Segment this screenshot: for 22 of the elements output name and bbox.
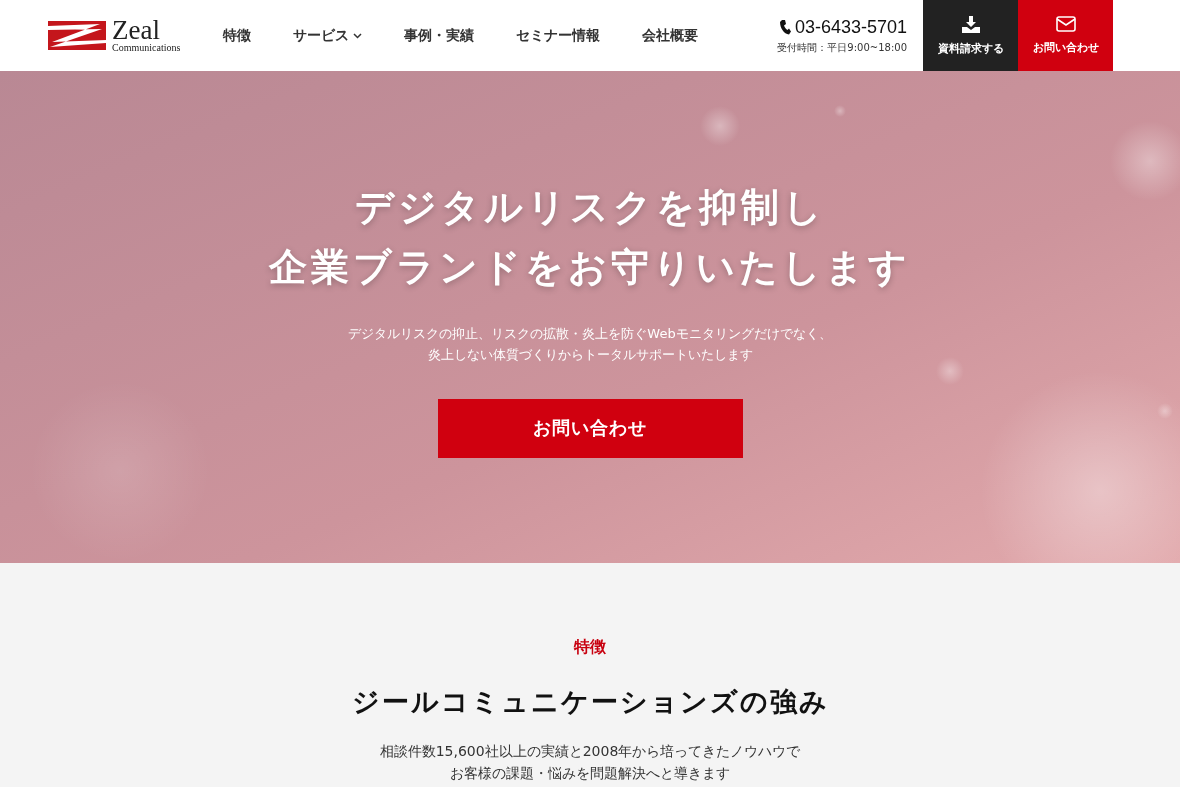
contact-button[interactable]: お問い合わせ	[1018, 0, 1113, 71]
download-icon	[961, 15, 980, 33]
contact-button[interactable]: お問い合わせ	[437, 398, 743, 458]
logo-name: Zeal	[112, 18, 160, 42]
phone-number: 03-6433-5701	[794, 16, 907, 38]
business-hours: 受付時間：平日9:00~18:00	[777, 40, 907, 55]
nav-link[interactable]: 特徴	[202, 26, 273, 45]
phone-icon	[779, 19, 791, 35]
section-label: 特徴	[574, 637, 606, 658]
hero-subtitle: デジタルリスクの抑止、リスクの拡散・炎上を防ぐWebモニタリングだけでなく、 炎上しない体質づくりからトータルサポートいたします	[348, 324, 832, 364]
logo-tagline: Communications	[112, 42, 181, 53]
section-heading: ジールコミュニケーションズの強み	[351, 685, 829, 719]
logo-icon	[48, 21, 106, 50]
mail-icon	[1055, 16, 1076, 32]
nav-link[interactable]: 事例・実績	[383, 26, 496, 45]
nav-link[interactable]: セミナー情報	[495, 26, 622, 45]
section-description: 相談件数15,600社以上の実績と2008年から培ってきたノウハウで お客様の課題・悩みを問題解決へと導きます	[379, 742, 801, 783]
download-button[interactable]: 資料請求する	[923, 0, 1018, 71]
hero-title: デジタルリスクを抑制し 企業ブランドをお守りいたします	[269, 183, 911, 291]
nav-link[interactable]: 会社概要	[621, 26, 720, 45]
nav-link[interactable]: サービス	[272, 26, 384, 45]
chevron-down-icon	[353, 32, 363, 39]
